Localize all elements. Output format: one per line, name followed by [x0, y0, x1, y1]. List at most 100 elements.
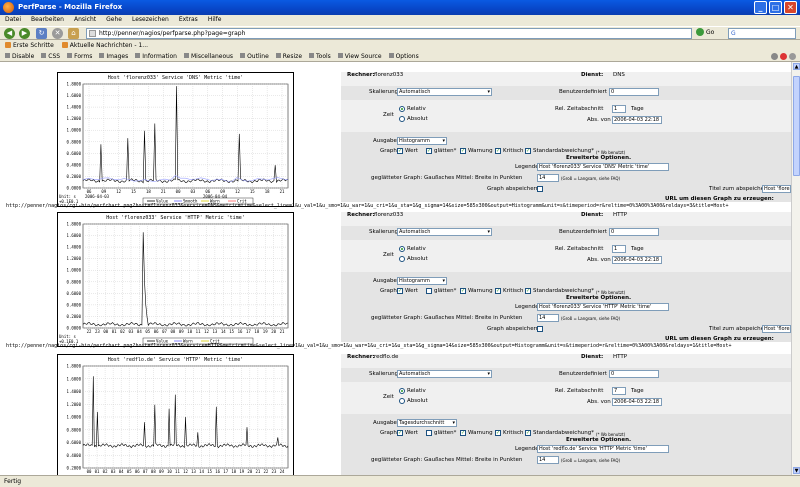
ausgabe-select[interactable]: Histogramm [397, 137, 447, 145]
reload-icon[interactable]: ↻ [36, 28, 47, 39]
gauss-input[interactable]: 14 [537, 314, 559, 322]
ausgabe-select[interactable]: Tagesdurchschnitt [397, 419, 457, 427]
glaetten-checkbox[interactable]: ✓ [426, 148, 432, 154]
legende-input[interactable]: Host 'redflo.de' Service 'HTTP' Metric '… [537, 445, 669, 453]
devbar-tools[interactable]: Tools [309, 53, 331, 60]
close-button[interactable]: ✕ [784, 1, 797, 14]
abspeichern-checkbox[interactable] [537, 186, 543, 192]
stop-icon[interactable]: ✕ [52, 28, 63, 39]
skalierung-label: Skalierung [369, 229, 399, 235]
kritisch-checkbox[interactable]: ✓ [495, 148, 501, 154]
devbar-forms[interactable]: Forms [67, 53, 92, 60]
glaetten-checkbox[interactable] [426, 430, 432, 436]
devbar-options[interactable]: Options [389, 53, 419, 60]
devbar-miscellaneous[interactable]: Miscellaneous [184, 53, 233, 60]
menu-hilfe[interactable]: Hilfe [208, 16, 222, 25]
search-input[interactable]: G [728, 28, 796, 39]
skalierung-select[interactable]: Automatisch [397, 370, 492, 378]
relativ-radio[interactable] [399, 388, 405, 394]
minimize-button[interactable]: _ [754, 1, 767, 14]
titel-input[interactable]: Host 'florenz033' Servi [762, 325, 791, 333]
rel-input[interactable]: 1 [612, 105, 626, 113]
wert-checkbox[interactable]: ✓ [397, 148, 403, 154]
forward-icon[interactable]: ▶ [19, 28, 30, 39]
skalierung-select[interactable]: Automatisch [397, 228, 492, 236]
relativ-radio[interactable] [399, 246, 405, 252]
rel-input[interactable]: 1 [612, 245, 626, 253]
vertical-scrollbar[interactable]: ▲ ▼ [791, 62, 800, 475]
relativ-radio[interactable] [399, 106, 405, 112]
erweitert-label: Erweiterte Optionen. [566, 295, 632, 301]
back-icon[interactable]: ◀ [4, 28, 15, 39]
x-tick-label: 18 [146, 189, 151, 194]
graph-label: Graph [380, 148, 397, 154]
x-tick-label: 11 [175, 469, 180, 474]
y-tick-label: 0.4000 [67, 302, 82, 307]
warnung-checkbox[interactable]: ✓ [460, 288, 466, 294]
legende-input[interactable]: Host 'florenz033' Service 'DNS' Metric '… [537, 163, 669, 171]
absolut-radio[interactable] [399, 398, 405, 404]
rel-input[interactable]: 7 [612, 387, 626, 395]
stdabw-checkbox[interactable]: ✓ [525, 288, 531, 294]
x-tick-label: 19 [263, 329, 268, 334]
home-icon[interactable]: ⌂ [68, 28, 79, 39]
kritisch-checkbox[interactable]: ✓ [495, 430, 501, 436]
titel-input[interactable]: Host 'florenz033' Servi [762, 185, 791, 193]
devbar-view-source[interactable]: View Source [338, 53, 382, 60]
bookmark-erste-schritte[interactable]: Erste Schritte [5, 42, 54, 49]
menu-lesezeichen[interactable]: Lesezeichen [132, 16, 169, 25]
benutzer-min-input[interactable]: 0 [609, 88, 659, 96]
menu-ansicht[interactable]: Ansicht [74, 16, 96, 25]
scroll-down-icon[interactable]: ▼ [793, 467, 800, 474]
menu-datei[interactable]: Datei [5, 16, 21, 25]
x-tick-label: 17 [246, 329, 251, 334]
ausgabe-select[interactable]: Histogramm [397, 277, 447, 285]
maximize-button[interactable]: □ [769, 1, 782, 14]
y-tick-label: 0.0000 [67, 186, 82, 191]
absolut-radio[interactable] [399, 116, 405, 122]
benutzer-min-input[interactable]: 0 [609, 228, 659, 236]
menu-gehe[interactable]: Gehe [106, 16, 122, 25]
y-tick-label: 1.8000 [67, 364, 82, 369]
abspeichern-checkbox[interactable] [537, 326, 543, 332]
abs-input[interactable]: 2006-04-03 22:18 [612, 256, 662, 264]
legende-input[interactable]: Host 'florenz033' Service 'HTTP' Metric … [537, 303, 669, 311]
devbar-outline[interactable]: Outline [240, 53, 269, 60]
wert-checkbox[interactable]: ✓ [397, 430, 403, 436]
url-input[interactable]: http://penner/nagios/perfparse.php?page=… [86, 28, 692, 39]
devbar-disable[interactable]: Disable [5, 53, 34, 60]
graph-url[interactable]: http://penner/nagios/cgi-bin/perfchart.p… [6, 203, 791, 209]
skalierung-label: Skalierung [369, 89, 399, 95]
scrollbar-thumb[interactable] [793, 76, 800, 176]
go-button[interactable]: Go [696, 28, 714, 36]
settings-icon[interactable] [789, 53, 796, 60]
wert-checkbox[interactable]: ✓ [397, 288, 403, 294]
stdabw-checkbox[interactable]: ✓ [525, 148, 531, 154]
gauss-input[interactable]: 14 [537, 174, 559, 182]
benutzer-min-input[interactable]: 0 [609, 370, 659, 378]
options-panel: Rechner: redflo.de Dienst: HTTP Skalieru… [341, 354, 791, 475]
glaetten-checkbox[interactable] [426, 288, 432, 294]
menu-extras[interactable]: Extras [179, 16, 198, 25]
absolut-radio[interactable] [399, 256, 405, 262]
skalierung-select[interactable]: Automatisch [397, 88, 492, 96]
abs-label: Abs. von [587, 257, 611, 263]
x-tick-label: 15 [131, 189, 136, 194]
bookmark-aktuelle-nachrichten[interactable]: Aktuelle Nachrichten - 1... [62, 42, 148, 49]
devbar-resize[interactable]: Resize [276, 53, 302, 60]
scroll-up-icon[interactable]: ▲ [793, 63, 800, 70]
warnung-checkbox[interactable]: ✓ [460, 430, 466, 436]
warnung-checkbox[interactable]: ✓ [460, 148, 466, 154]
stdabw-checkbox[interactable]: ✓ [525, 430, 531, 436]
devbar-css[interactable]: CSS [41, 53, 60, 60]
wert-label: Wert [405, 288, 418, 294]
abs-input[interactable]: 2006-04-03 22:18 [612, 398, 662, 406]
gauss-input[interactable]: 14 [537, 456, 559, 464]
devbar-information[interactable]: Information [135, 53, 177, 60]
devbar-images[interactable]: Images [99, 53, 128, 60]
kritisch-checkbox[interactable]: ✓ [495, 288, 501, 294]
abs-input[interactable]: 2006-04-03 22:18 [612, 116, 662, 124]
x-tick-label: 15 [207, 469, 212, 474]
menu-bearbeiten[interactable]: Bearbeiten [31, 16, 64, 25]
graph-url[interactable]: http://penner/nagios/cgi-bin/perfchart.p… [6, 343, 791, 349]
